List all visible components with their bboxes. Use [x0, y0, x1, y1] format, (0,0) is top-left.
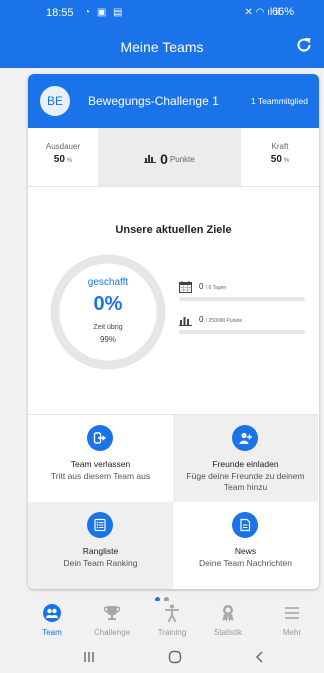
page-title: Meine Teams: [120, 39, 204, 55]
ranking-button[interactable]: Rangliste Dein Team Ranking: [28, 502, 173, 589]
battery-level: 66%: [271, 6, 294, 18]
points-stat: 0 Punkte: [98, 128, 241, 186]
nav-statistik-label: Statistik: [213, 628, 242, 637]
team-actions: Team verlassen Tritt aus diesem Team aus…: [28, 414, 319, 589]
team-icon: [43, 604, 61, 622]
ranking-subtitle: Dein Team Ranking: [63, 558, 138, 568]
team-card: BE Bewegungs-Challenge 1 1 Teammitglied …: [28, 74, 319, 589]
nav-mehr-label: Mehr: [282, 628, 302, 637]
time-left-label: Zeit übrig: [93, 324, 123, 331]
page-indicator: [0, 589, 324, 602]
nav-mehr[interactable]: Mehr: [260, 601, 324, 643]
endurance-label: Ausdauer: [45, 142, 81, 151]
points-value: 0: [160, 151, 168, 167]
time-left-value: 99%: [99, 335, 116, 344]
invite-friends-subtitle: Füge deine Freunde zu deinem Team hinzu: [186, 471, 305, 492]
team-header[interactable]: BE Bewegungs-Challenge 1 1 Teammitglied: [28, 74, 319, 128]
calendar-icon: [179, 280, 192, 298]
app-bar: Meine Teams: [0, 26, 324, 68]
nav-team-label: Team: [42, 628, 62, 637]
recent-apps-icon[interactable]: [82, 649, 96, 665]
invite-friends-title: Freunde einladen: [212, 459, 279, 469]
team-avatar: BE: [40, 86, 70, 116]
nav-challenge-label: Challenge: [93, 628, 131, 637]
status-bar: 18:55 ◔ ▣ ▤ ✕ ◠ ıl ıl 66%: [0, 0, 324, 26]
menu-icon: [285, 607, 299, 619]
strength-unit: %: [283, 158, 290, 164]
bar-chart-icon: [144, 150, 157, 168]
strength-label: Kraft: [271, 142, 289, 151]
exit-icon: [87, 425, 113, 451]
team-name: Bewegungs-Challenge 1: [88, 94, 219, 108]
points-unit: Punkte: [169, 154, 195, 164]
notification-icons: ◔ ▣ ▤: [84, 7, 125, 18]
person-icon: [165, 604, 179, 623]
days-value: 0: [199, 282, 204, 291]
goal-points-total: / 250000 Punkte: [205, 318, 243, 324]
team-stats: Ausdauer 50% 0 Punkte Kraft 50%: [28, 128, 319, 187]
endurance-unit: %: [66, 158, 73, 164]
bottom-navigation: Team Challenge Training Statistik Mehr: [0, 601, 324, 643]
goal-points: 0 / 250000 Punkte: [179, 315, 305, 345]
news-subtitle: Deine Team Nachrichten: [199, 558, 292, 568]
nav-training[interactable]: Training: [140, 601, 204, 643]
home-icon[interactable]: [167, 649, 183, 665]
document-icon: [232, 512, 258, 538]
points-progress-track: [179, 330, 305, 334]
days-total: / 6 Tagen: [205, 285, 227, 291]
goal-points-value: 0: [199, 315, 204, 324]
add-user-icon: [232, 425, 258, 451]
days-progress-track: [179, 297, 305, 301]
news-title: News: [234, 546, 257, 556]
ranking-title: Rangliste: [82, 546, 119, 556]
leave-team-button[interactable]: Team verlassen Tritt aus diesem Team aus: [28, 415, 173, 502]
status-time: 18:55: [46, 7, 74, 19]
invite-friends-button[interactable]: Freunde einladen Füge deine Freunde zu d…: [173, 415, 318, 502]
news-button[interactable]: News Deine Team Nachrichten: [173, 502, 318, 589]
refresh-icon[interactable]: [294, 35, 314, 55]
goal-days: 0 / 6 Tagen: [179, 280, 305, 312]
system-navigation: [0, 643, 324, 673]
leave-team-title: Team verlassen: [70, 459, 131, 469]
achieved-percent: 0%: [93, 293, 123, 315]
nav-challenge[interactable]: Challenge: [80, 601, 144, 643]
achieved-label: geschafft: [87, 277, 129, 288]
nav-team[interactable]: Team: [20, 601, 84, 643]
bar-chart-icon: [179, 313, 192, 331]
back-icon[interactable]: [253, 649, 267, 665]
strength-value: 50: [270, 154, 282, 165]
goals-title: Unsere aktuellen Ziele: [115, 224, 232, 236]
badge-icon: [222, 605, 234, 622]
endurance-value: 50: [53, 154, 65, 165]
list-icon: [87, 512, 113, 538]
endurance-stat: Ausdauer 50%: [28, 128, 98, 186]
nav-training-label: Training: [157, 628, 187, 637]
team-member-count: 1 Teammitglied: [250, 96, 308, 106]
nav-statistik[interactable]: Statistik: [196, 601, 260, 643]
trophy-icon: [103, 606, 121, 620]
strength-stat: Kraft 50%: [241, 128, 319, 186]
leave-team-subtitle: Tritt aus diesem Team aus: [50, 471, 151, 481]
